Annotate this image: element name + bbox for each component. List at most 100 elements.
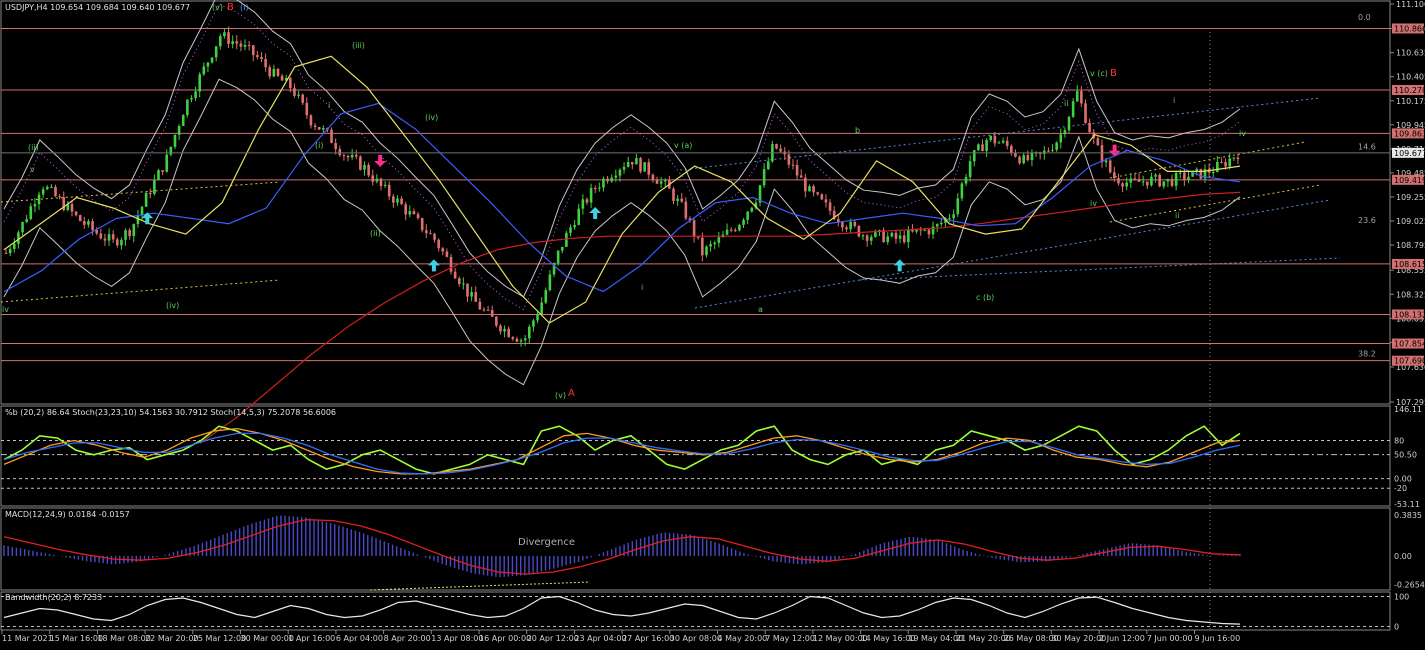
candle-body: [1170, 178, 1174, 186]
candle-body: [276, 68, 280, 76]
bandwidth-pane-frame: [0, 591, 1391, 631]
fib-level-label: 23.6: [1358, 216, 1376, 225]
candle-body: [1043, 150, 1046, 154]
candle-body: [70, 204, 74, 212]
candle-body: [1133, 178, 1137, 180]
candle-body: [408, 211, 412, 215]
candle-body: [894, 232, 898, 239]
ma-mid-blue-line: [3, 102, 1241, 293]
level-price-label: 107.854: [1394, 340, 1425, 349]
candle-body: [1067, 116, 1071, 131]
candle-body: [420, 218, 424, 231]
trend-channel-lower: [694, 199, 1331, 309]
candle-body: [441, 248, 445, 252]
candle-body: [515, 338, 519, 342]
candle-body: [1121, 183, 1124, 187]
candle-body: [219, 36, 222, 47]
candle-body: [367, 164, 370, 176]
candle-body: [993, 135, 997, 144]
candle-body: [412, 211, 416, 215]
fib-level-label: 14.6: [1358, 143, 1376, 152]
candle-body: [177, 125, 181, 135]
sell-arrow-icon: [374, 155, 387, 168]
wave-label: v (c): [1090, 69, 1108, 78]
candle-body: [1104, 160, 1108, 163]
candle-body: [1183, 172, 1186, 180]
candle-body: [202, 66, 206, 75]
candle-body: [1055, 142, 1058, 150]
x-tick-label: 21 May 20:00: [956, 634, 1011, 643]
candle-body: [799, 175, 803, 178]
x-tick-label: 4 May 20:00: [718, 634, 768, 643]
candle-body: [309, 115, 313, 126]
candle-body: [1228, 158, 1231, 167]
candle-body: [206, 62, 210, 67]
candle-body: [1096, 138, 1100, 146]
candle-body: [13, 243, 16, 249]
level-price-label: 107.690: [1394, 357, 1425, 366]
stoch-pane-frame: [0, 405, 1391, 507]
candle-body: [173, 134, 177, 147]
candle-body: [709, 244, 712, 247]
buy-arrow-icon: [427, 259, 440, 272]
candle-body: [523, 338, 527, 341]
candle-body: [626, 162, 630, 167]
candle-body: [1075, 91, 1079, 102]
candle-body: [462, 283, 465, 285]
candle-body: [503, 328, 506, 332]
chart-canvas[interactable]: (v) B (I)(ii)viv (iv)(i)(iii)(iv)(ii)i(v) Ai…: [0, 0, 1425, 647]
candle-body: [705, 246, 708, 256]
candle-body: [1236, 157, 1240, 159]
candle-body: [1199, 168, 1203, 179]
candle-body: [808, 186, 811, 192]
candle-body: [1047, 150, 1050, 152]
x-tick-label: 30 Apr 08:00: [670, 634, 722, 643]
wave-label: (iv): [166, 301, 179, 310]
candle-body: [618, 169, 622, 176]
candle-body: [111, 234, 115, 240]
candle-body: [775, 144, 778, 149]
candle-body: [614, 175, 618, 178]
wave-label: i: [1173, 96, 1175, 105]
candle-body: [495, 316, 498, 326]
x-tick-label: 14 May 16:00: [861, 634, 916, 643]
wave-label: (iii): [352, 41, 365, 50]
candle-body: [956, 198, 960, 215]
candle-body: [474, 292, 478, 302]
wave-label: ii: [1175, 211, 1179, 220]
candle-body: [198, 74, 201, 92]
candle-body: [787, 154, 791, 165]
candle-body: [696, 236, 700, 238]
candle-body: [1108, 160, 1112, 173]
candle-body: [585, 199, 589, 203]
candle-body: [766, 161, 770, 170]
candle-body: [181, 115, 185, 126]
chart-window[interactable]: (v) B (I) (ii) v iv (iv) (i) (iii) (iv) (ii) i (v) Ai…: [0, 0, 1425, 647]
candle-body: [791, 164, 795, 166]
candle-body: [466, 283, 469, 297]
candle-body: [869, 236, 873, 241]
candle-body: [190, 98, 193, 100]
fib-level-label: 38.2: [1358, 350, 1376, 359]
candle-body: [989, 135, 993, 141]
left-channel-lower: [0, 279, 281, 303]
stoch-title: %b (20,2) 86.64 Stoch(23,23,10) 54.1563 …: [5, 408, 336, 417]
candle-body: [363, 164, 366, 170]
candle-body: [544, 290, 548, 303]
candle-body: [659, 181, 663, 184]
candle-body: [577, 208, 581, 225]
x-tick-label: 15 Mar 16:00: [50, 634, 103, 643]
candle-body: [247, 44, 251, 46]
candle-body: [729, 229, 733, 231]
y-tick-label: 109.255: [1396, 193, 1425, 202]
x-tick-label: 7 Jun 00:00: [1147, 634, 1193, 643]
wave-label: (i): [315, 141, 323, 150]
candle-body: [684, 201, 688, 219]
candle-body: [264, 58, 267, 68]
fib-level-label: 0.0: [1358, 13, 1371, 22]
candle-body: [820, 194, 824, 200]
y-tick-label: 108.795: [1396, 241, 1425, 250]
candle-body: [573, 224, 576, 228]
candle-body: [1088, 122, 1091, 133]
candle-body: [1117, 178, 1120, 184]
